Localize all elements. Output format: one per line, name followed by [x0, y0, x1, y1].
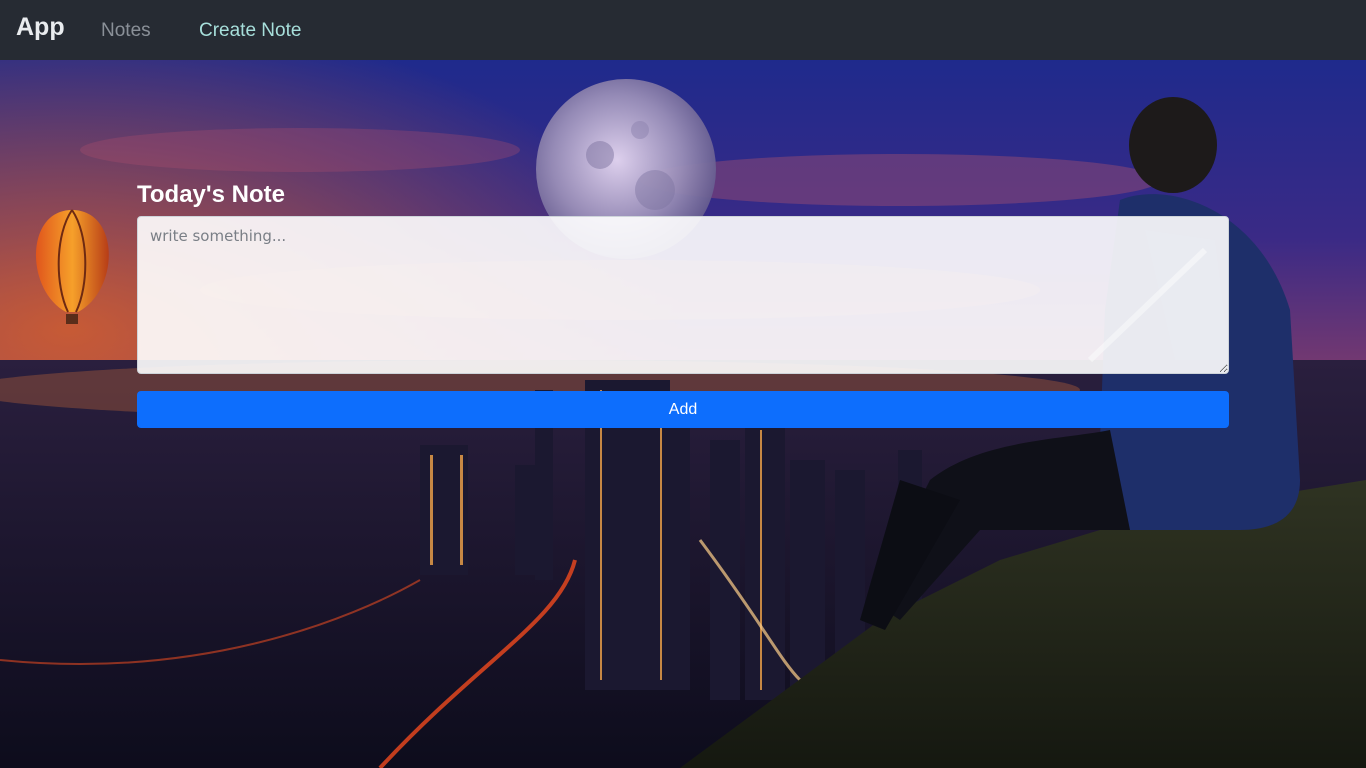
nav-link-create-note[interactable]: Create Note — [199, 20, 301, 42]
note-title: Today's Note — [137, 181, 285, 208]
note-textarea[interactable] — [137, 216, 1229, 374]
add-button[interactable]: Add — [137, 391, 1229, 428]
top-navbar: App Notes Create Note — [0, 0, 1366, 60]
brand-link[interactable]: App — [16, 13, 65, 42]
nav-link-notes[interactable]: Notes — [101, 20, 151, 42]
